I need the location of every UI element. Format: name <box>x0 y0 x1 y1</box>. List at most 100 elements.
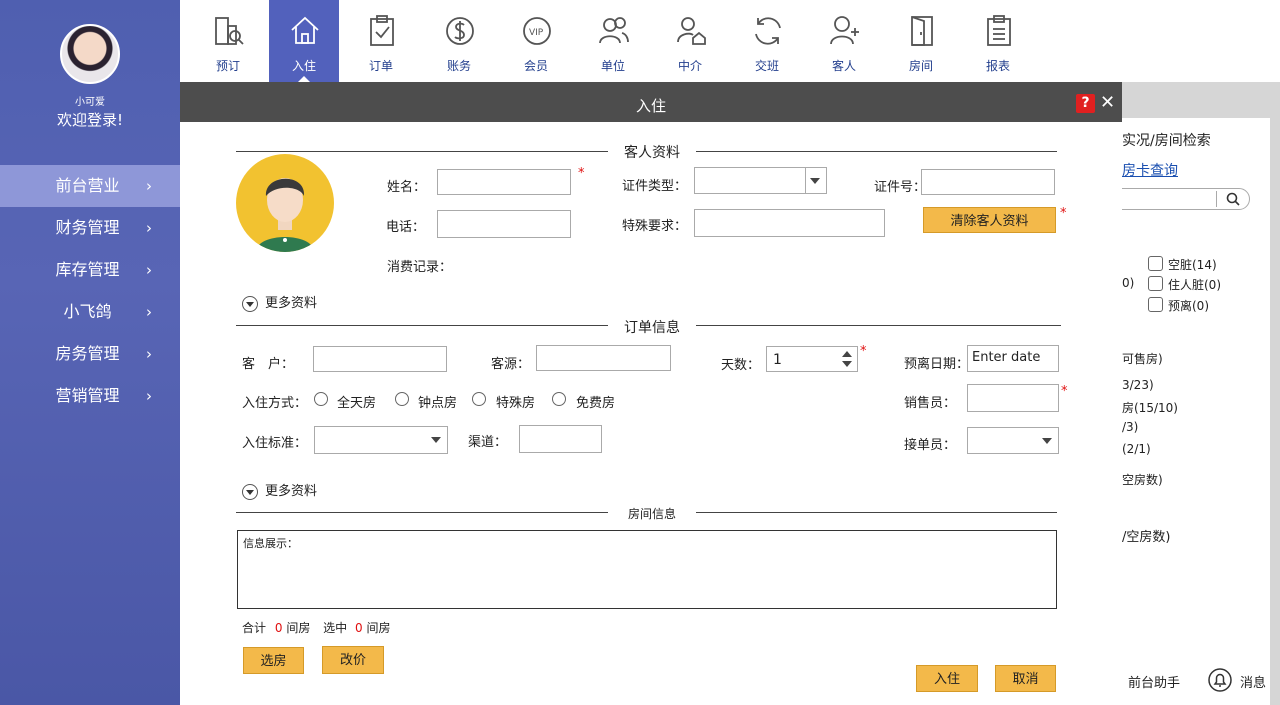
customer-label: 客 户： <box>242 357 295 372</box>
total-room-count: 0 <box>274 621 283 635</box>
seller-field[interactable] <box>967 384 1059 412</box>
toolbar-reports[interactable]: 报表 <box>963 0 1033 82</box>
top-toolbar: 预订 入住 订单 账务 VIP 会员 单位 中介 交班 客人 房间 报表 <box>180 0 1280 82</box>
chevron-right-icon: › <box>146 219 152 237</box>
close-icon[interactable]: ✕ <box>1100 92 1115 113</box>
stat-line: /3) <box>1122 420 1139 434</box>
required-marker: * <box>1060 206 1067 221</box>
source-field[interactable] <box>536 345 671 371</box>
avatar[interactable] <box>60 24 120 84</box>
toolbar-checkin[interactable]: 入住 <box>269 0 339 82</box>
toolbar-orders[interactable]: 订单 <box>346 0 416 82</box>
order-section-title: 订单信息 <box>608 317 696 337</box>
mode-radio-hourly[interactable] <box>395 392 409 406</box>
svg-text:VIP: VIP <box>529 28 544 38</box>
dialog-title: 入住 <box>180 82 1122 122</box>
checkin-standard-select[interactable] <box>314 426 448 454</box>
stepper-up-icon[interactable] <box>842 351 852 357</box>
sidebar-item-housekeeping[interactable]: 房务管理 › <box>0 333 180 375</box>
cancel-button[interactable]: 取消 <box>995 665 1056 692</box>
user-name: 小可爱 <box>75 97 105 108</box>
chevron-down-circle-icon <box>242 295 258 312</box>
checkin-button[interactable]: 入住 <box>916 665 978 692</box>
front-desk-assistant[interactable]: 前台助手 <box>1128 672 1180 691</box>
status-checkbox-due-out[interactable] <box>1148 297 1163 312</box>
room-card-query-link[interactable]: 房卡查询 <box>1122 160 1178 180</box>
divider <box>696 512 1057 513</box>
mode-label: 钟点房 <box>418 396 458 411</box>
toolbar-shift[interactable]: 交班 <box>732 0 802 82</box>
order-taker-select[interactable] <box>967 427 1059 454</box>
search-icon[interactable] <box>1226 192 1240 206</box>
customer-field[interactable] <box>313 346 447 372</box>
stat-line: 3/23) <box>1122 378 1154 392</box>
stat-line: 房(15/10) <box>1122 401 1178 415</box>
messages-link[interactable]: 消息 <box>1240 672 1266 691</box>
stat-line: 空房数) <box>1122 473 1163 487</box>
guest-avatar-icon <box>256 178 314 252</box>
stat-line: 可售房) <box>1122 352 1163 366</box>
more-info-toggle[interactable]: 更多资料 <box>242 480 317 500</box>
divider <box>236 151 608 152</box>
mode-radio-free[interactable] <box>552 392 566 406</box>
days-label: 天数： <box>721 358 761 373</box>
toolbar-reserve[interactable]: 预订 <box>193 0 263 82</box>
sidebar: 小可爱 欢迎登录! 前台营业 › 财务管理 › 库存管理 › 小飞鸽 › 房务管理 › 营… <box>0 0 180 705</box>
stepper-down-icon[interactable] <box>842 361 852 367</box>
status-checkbox-vacant-dirty[interactable] <box>1148 256 1163 271</box>
guest-section-title: 客人资料 <box>608 142 696 162</box>
toolbar-rooms[interactable]: 房间 <box>886 0 956 82</box>
room-count-summary: 合计 0 间房 选中 0 间房 <box>242 621 391 635</box>
more-info-toggle[interactable]: 更多资料 <box>242 292 317 312</box>
id-number-field[interactable] <box>921 169 1055 195</box>
sidebar-item-inventory[interactable]: 库存管理 › <box>0 249 180 291</box>
channel-label: 渠道： <box>468 435 508 450</box>
agent-icon <box>677 17 706 45</box>
source-label: 客源： <box>491 357 531 372</box>
selected-room-count: 0 <box>355 621 363 635</box>
special-request-field[interactable] <box>694 209 885 237</box>
chevron-down-icon <box>810 178 820 184</box>
status-checkbox-occupied-dirty[interactable] <box>1148 276 1163 291</box>
history-label: 消费记录： <box>387 260 453 275</box>
chevron-down-icon <box>431 437 441 443</box>
required-marker: * <box>578 166 585 181</box>
refresh-icon <box>755 17 781 45</box>
mode-radio-full-day[interactable] <box>314 392 328 406</box>
welcome-text: 欢迎登录! <box>56 111 123 129</box>
divider <box>696 325 1061 326</box>
room-info-box: 信息展示： <box>237 530 1057 609</box>
clear-guest-button[interactable]: 清除客人资料 <box>923 207 1056 233</box>
toolbar-accounts[interactable]: 账务 <box>424 0 494 82</box>
guest-avatar <box>236 154 334 252</box>
days-stepper[interactable]: 1 <box>766 346 858 372</box>
name-label: 姓名： <box>387 180 427 195</box>
toolbar-members[interactable]: VIP 会员 <box>501 0 571 82</box>
help-icon[interactable]: ? <box>1076 94 1095 113</box>
phone-label: 电话： <box>386 220 426 235</box>
sidebar-item-finance[interactable]: 财务管理 › <box>0 207 180 249</box>
channel-field[interactable] <box>519 425 602 453</box>
toolbar-agents[interactable]: 中介 <box>655 0 725 82</box>
stat-line: /空房数) <box>1122 530 1171 545</box>
toolbar-guests[interactable]: 客人 <box>809 0 879 82</box>
mode-label: 免费房 <box>576 396 616 411</box>
name-field[interactable] <box>437 169 571 195</box>
sidebar-item-messenger[interactable]: 小飞鸽 › <box>0 291 180 333</box>
checkout-date-field[interactable]: Enter date <box>967 345 1059 372</box>
sidebar-item-front-desk[interactable]: 前台营业 › <box>0 165 180 207</box>
id-type-select[interactable] <box>694 167 827 194</box>
bell-icon[interactable] <box>1208 668 1232 692</box>
sidebar-item-marketing[interactable]: 营销管理 › <box>0 375 180 417</box>
chevron-right-icon: › <box>146 177 152 195</box>
divider <box>236 512 608 513</box>
change-price-button[interactable]: 改价 <box>322 646 384 674</box>
order-taker-label: 接单员： <box>904 438 957 453</box>
mode-radio-special[interactable] <box>472 392 486 406</box>
phone-field[interactable] <box>437 210 571 238</box>
toolbar-units[interactable]: 单位 <box>578 0 648 82</box>
search-divider <box>1216 191 1217 207</box>
stat-line: (2/1) <box>1122 442 1151 456</box>
clipboard-check-icon <box>370 15 394 46</box>
select-room-button[interactable]: 选房 <box>243 647 304 674</box>
